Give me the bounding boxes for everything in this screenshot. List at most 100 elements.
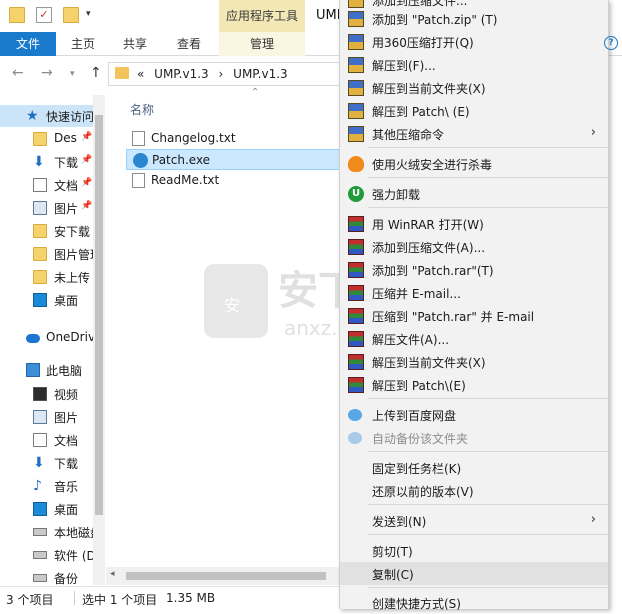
- scrollbar-thumb[interactable]: [126, 572, 326, 580]
- selection-size: 1.35 MB: [166, 591, 216, 605]
- tab-manage[interactable]: 管理: [219, 32, 305, 56]
- menu-item-label: 使用火绒安全进行杀毒: [372, 158, 493, 172]
- breadcrumb-item[interactable]: UMP.v1.3: [233, 67, 288, 81]
- nav-item[interactable]: ♪ 音乐: [0, 475, 93, 497]
- nav-item[interactable]: 软件 (D: [0, 544, 93, 566]
- menu-item-extract-here-winrar[interactable]: 解压到当前文件夹(X): [340, 350, 608, 373]
- nav-scrollbar[interactable]: [93, 95, 105, 585]
- nav-item[interactable]: 本地磁盘: [0, 521, 93, 543]
- nav-item[interactable]: 桌面: [0, 289, 93, 311]
- nav-item[interactable]: 未上传: [0, 266, 93, 288]
- nav-item[interactable]: 文档: [0, 429, 93, 451]
- file-row-selected[interactable]: Patch.exe: [126, 149, 342, 170]
- nav-this-pc[interactable]: 此电脑: [0, 359, 93, 381]
- menu-item-upload-baidu[interactable]: 上传到百度网盘: [340, 403, 608, 426]
- video-icon: [33, 387, 47, 401]
- horizontal-scrollbar[interactable]: ◂: [106, 567, 342, 585]
- nav-item[interactable]: 备份: [0, 567, 93, 585]
- menu-item-add-to-patch-rar[interactable]: 添加到 "Patch.rar"(T): [340, 258, 608, 281]
- nav-item[interactable]: 图片: [0, 406, 93, 428]
- up-arrow-icon[interactable]: ↑: [90, 65, 102, 81]
- menu-item-extract-files[interactable]: 解压文件(A)...: [340, 327, 608, 350]
- menu-item-other-compress[interactable]: 其他压缩命令 ›: [340, 122, 608, 145]
- nav-onedrive[interactable]: OneDrive: [0, 327, 93, 349]
- tab-home[interactable]: 主页: [60, 32, 106, 56]
- uninstall-icon: U: [348, 186, 364, 202]
- nav-item[interactable]: 视频: [0, 383, 93, 405]
- menu-item-extract-to-patch-winrar[interactable]: 解压到 Patch\(E): [340, 373, 608, 396]
- nav-label: 快速访问: [46, 110, 93, 124]
- watermark-badge: 安: [224, 296, 241, 315]
- nav-quick-access[interactable]: ★ 快速访问: [0, 105, 93, 127]
- properties-icon[interactable]: ✓: [36, 7, 52, 23]
- menu-item-label: 解压到 Patch\ (E): [372, 105, 470, 119]
- zip-icon: [348, 103, 364, 119]
- menu-item-extract-here[interactable]: 解压到当前文件夹(X): [340, 76, 608, 99]
- customize-toolbar-icon[interactable]: ▾: [86, 9, 91, 19]
- nav-item[interactable]: Des 📌: [0, 128, 93, 150]
- nav-item[interactable]: 文档 📌: [0, 174, 93, 196]
- menu-item-open-with-winrar[interactable]: 用 WinRAR 打开(W): [340, 212, 608, 235]
- file-row[interactable]: Changelog.txt: [126, 128, 342, 149]
- breadcrumb-overflow[interactable]: «: [137, 67, 144, 81]
- menu-item-force-uninstall[interactable]: U 强力卸载: [340, 182, 608, 205]
- drive-icon: [33, 551, 47, 559]
- folder-icon[interactable]: [9, 7, 25, 23]
- menu-item-huorong-scan[interactable]: 使用火绒安全进行杀毒: [340, 152, 608, 175]
- menu-item-add-to-patch-zip[interactable]: 添加到 "Patch.zip" (T): [340, 7, 608, 30]
- nav-item[interactable]: 图片 📌: [0, 197, 93, 219]
- back-arrow-icon[interactable]: ←: [12, 65, 24, 81]
- menu-item-copy[interactable]: 复制(C): [340, 562, 608, 585]
- menu-item-extract-to[interactable]: 解压到(F)...: [340, 53, 608, 76]
- file-name: Patch.exe: [152, 153, 211, 167]
- nav-label: 此电脑: [46, 364, 83, 378]
- menu-item-send-to[interactable]: 发送到(N) ›: [340, 509, 608, 532]
- baidu-cloud-icon: [348, 409, 362, 421]
- menu-item-pin-taskbar[interactable]: 固定到任务栏(K): [340, 456, 608, 479]
- nav-item[interactable]: 图片管理: [0, 243, 93, 265]
- menu-item-label: 解压文件(A)...: [372, 333, 450, 347]
- forward-arrow-icon[interactable]: →: [41, 65, 53, 81]
- scroll-left-icon[interactable]: ◂: [110, 569, 115, 579]
- item-count: 3 个项目: [6, 593, 54, 607]
- fire-shield-icon: [348, 156, 364, 172]
- menu-item-cut[interactable]: 剪切(T): [340, 539, 608, 562]
- menu-item-label: 解压到 Patch\(E): [372, 379, 466, 393]
- navigation-pane: ★ 快速访问 Des 📌 ⬇ 下载 📌 文档 📌 图片 📌 安下载 图片管理 未…: [0, 95, 93, 585]
- help-circle-icon[interactable]: ?: [604, 36, 618, 50]
- menu-item-compress-patch-email[interactable]: 压缩到 "Patch.rar" 并 E-mail: [340, 304, 608, 327]
- tab-share[interactable]: 共享: [112, 32, 158, 56]
- nav-item[interactable]: ⬇ 下载: [0, 452, 93, 474]
- file-row[interactable]: ReadMe.txt: [126, 170, 342, 191]
- column-header-name[interactable]: 名称: [130, 101, 154, 118]
- nav-item[interactable]: 安下载: [0, 220, 93, 242]
- tab-file[interactable]: 文件: [0, 32, 56, 56]
- nav-label: 未上传: [54, 271, 91, 285]
- menu-item-restore-versions[interactable]: 还原以前的版本(V): [340, 479, 608, 502]
- tab-view[interactable]: 查看: [166, 32, 212, 56]
- menu-item-create-shortcut[interactable]: 创建快捷方式(S): [340, 591, 608, 614]
- menu-item-open-with-360[interactable]: 用360压缩打开(Q): [340, 30, 608, 53]
- menu-item-label: 压缩并 E-mail...: [372, 287, 461, 301]
- nav-item[interactable]: 桌面: [0, 498, 93, 520]
- pin-icon: 📌: [81, 155, 93, 165]
- menu-item-extract-to-patch[interactable]: 解压到 Patch\ (E): [340, 99, 608, 122]
- address-input[interactable]: « UMP.v1.3 › UMP.v1.3: [108, 62, 348, 86]
- winrar-icon: [348, 285, 364, 301]
- nav-label: 软件 (D: [54, 549, 93, 563]
- nav-item[interactable]: ⬇ 下载 📌: [0, 151, 93, 173]
- menu-item-add-to-archive[interactable]: 添加到压缩文件(A)...: [340, 235, 608, 258]
- breadcrumb-item[interactable]: UMP.v1.3: [154, 67, 209, 81]
- recent-locations-icon[interactable]: ▾: [70, 69, 75, 79]
- breadcrumb-separator[interactable]: ›: [219, 67, 224, 81]
- nav-label: 备份: [54, 572, 79, 585]
- menu-item-compress-email[interactable]: 压缩并 E-mail...: [340, 281, 608, 304]
- pictures-icon: [33, 410, 47, 424]
- nav-label: Des: [54, 131, 77, 145]
- desktop-icon: [33, 502, 47, 516]
- nav-label: 下载: [54, 457, 79, 471]
- scrollbar-thumb[interactable]: [95, 115, 103, 515]
- winrar-icon: [348, 262, 364, 278]
- new-folder-icon[interactable]: [63, 7, 79, 23]
- menu-item-label: 添加到 "Patch.zip" (T): [372, 13, 498, 27]
